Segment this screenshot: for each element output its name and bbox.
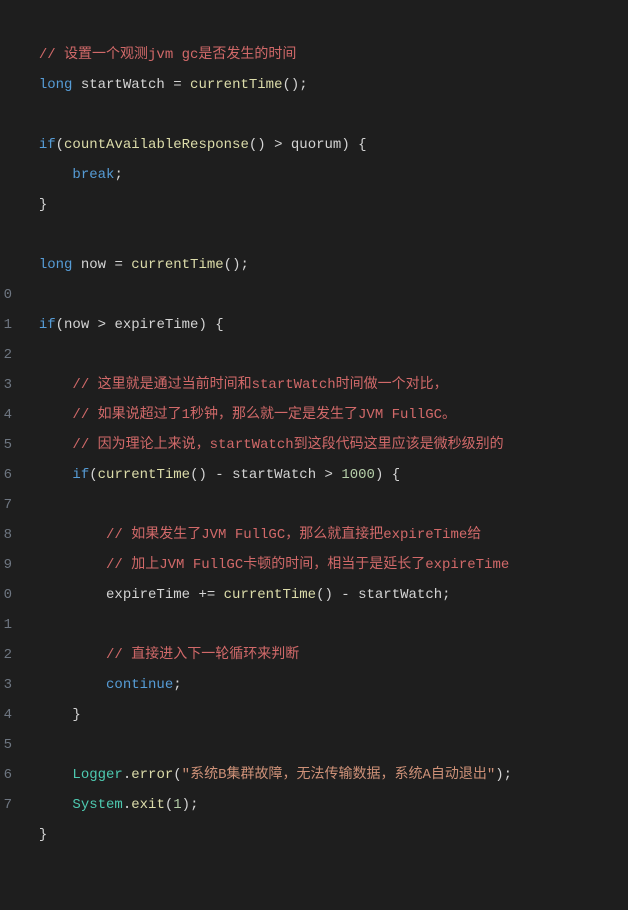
line-number: 5 xyxy=(0,430,12,460)
line-number xyxy=(0,130,12,160)
line-number: 4 xyxy=(0,400,12,430)
code-line[interactable]: // 这里就是通过当前时间和startWatch时间做一个对比， xyxy=(22,370,628,400)
line-number: 1 xyxy=(0,310,12,340)
line-number xyxy=(0,190,12,220)
line-number: 8 xyxy=(0,520,12,550)
code-line[interactable]: // 设置一个观测jvm gc是否发生的时间 xyxy=(22,40,628,70)
line-number xyxy=(0,220,12,250)
code-line[interactable]: // 因为理论上来说，startWatch到这段代码这里应该是微秒级别的 xyxy=(22,430,628,460)
line-number: 6 xyxy=(0,760,12,790)
code-line[interactable]: } xyxy=(22,700,628,730)
code-content[interactable]: // 设置一个观测jvm gc是否发生的时间 long startWatch =… xyxy=(12,8,628,910)
code-line[interactable]: // 如果发生了JVM FullGC，那么就直接把expireTime给 xyxy=(22,520,628,550)
code-line[interactable] xyxy=(22,340,628,370)
line-number: 0 xyxy=(0,280,12,310)
line-number xyxy=(0,70,12,100)
line-number xyxy=(0,100,12,130)
line-number: 1 xyxy=(0,610,12,640)
code-line[interactable]: } xyxy=(22,190,628,220)
code-line[interactable]: if(countAvailableResponse() > quorum) { xyxy=(22,130,628,160)
code-line[interactable]: expireTime += currentTime() - startWatch… xyxy=(22,580,628,610)
line-number xyxy=(0,40,12,70)
code-line[interactable] xyxy=(22,490,628,520)
code-line[interactable]: // 直接进入下一轮循环来判断 xyxy=(22,640,628,670)
line-number: 3 xyxy=(0,670,12,700)
line-number xyxy=(0,160,12,190)
line-numbers-gutter: 0 1 2 3 4 5 6 7 8 9 0 1 2 3 4 5 6 7 xyxy=(0,8,12,910)
code-line[interactable]: continue; xyxy=(22,670,628,700)
line-number: 2 xyxy=(0,640,12,670)
line-number: 7 xyxy=(0,490,12,520)
code-editor: 0 1 2 3 4 5 6 7 8 9 0 1 2 3 4 5 6 7 // 设… xyxy=(0,8,628,910)
code-line[interactable]: // 如果说超过了1秒钟，那么就一定是发生了JVM FullGC。 xyxy=(22,400,628,430)
code-line[interactable]: Logger.error("系统B集群故障，无法传输数据，系统A自动退出"); xyxy=(22,760,628,790)
line-number: 0 xyxy=(0,580,12,610)
code-line[interactable]: if(now > expireTime) { xyxy=(22,310,628,340)
line-number: 2 xyxy=(0,340,12,370)
line-number xyxy=(0,10,12,40)
code-line[interactable] xyxy=(22,220,628,250)
line-number: 6 xyxy=(0,460,12,490)
code-line[interactable] xyxy=(22,730,628,760)
code-line[interactable]: if(currentTime() - startWatch > 1000) { xyxy=(22,460,628,490)
code-line[interactable] xyxy=(22,100,628,130)
line-number: 7 xyxy=(0,790,12,820)
code-line[interactable]: System.exit(1); xyxy=(22,790,628,820)
line-number xyxy=(0,250,12,280)
line-number: 3 xyxy=(0,370,12,400)
code-line[interactable]: break; xyxy=(22,160,628,190)
code-line[interactable]: long now = currentTime(); xyxy=(22,250,628,280)
code-line[interactable]: // 加上JVM FullGC卡顿的时间，相当于是延长了expireTime xyxy=(22,550,628,580)
line-number: 5 xyxy=(0,730,12,760)
code-line[interactable] xyxy=(22,610,628,640)
line-number: 9 xyxy=(0,550,12,580)
code-line[interactable]: long startWatch = currentTime(); xyxy=(22,70,628,100)
line-number: 4 xyxy=(0,700,12,730)
code-line[interactable] xyxy=(22,280,628,310)
code-line[interactable]: } xyxy=(22,820,628,850)
